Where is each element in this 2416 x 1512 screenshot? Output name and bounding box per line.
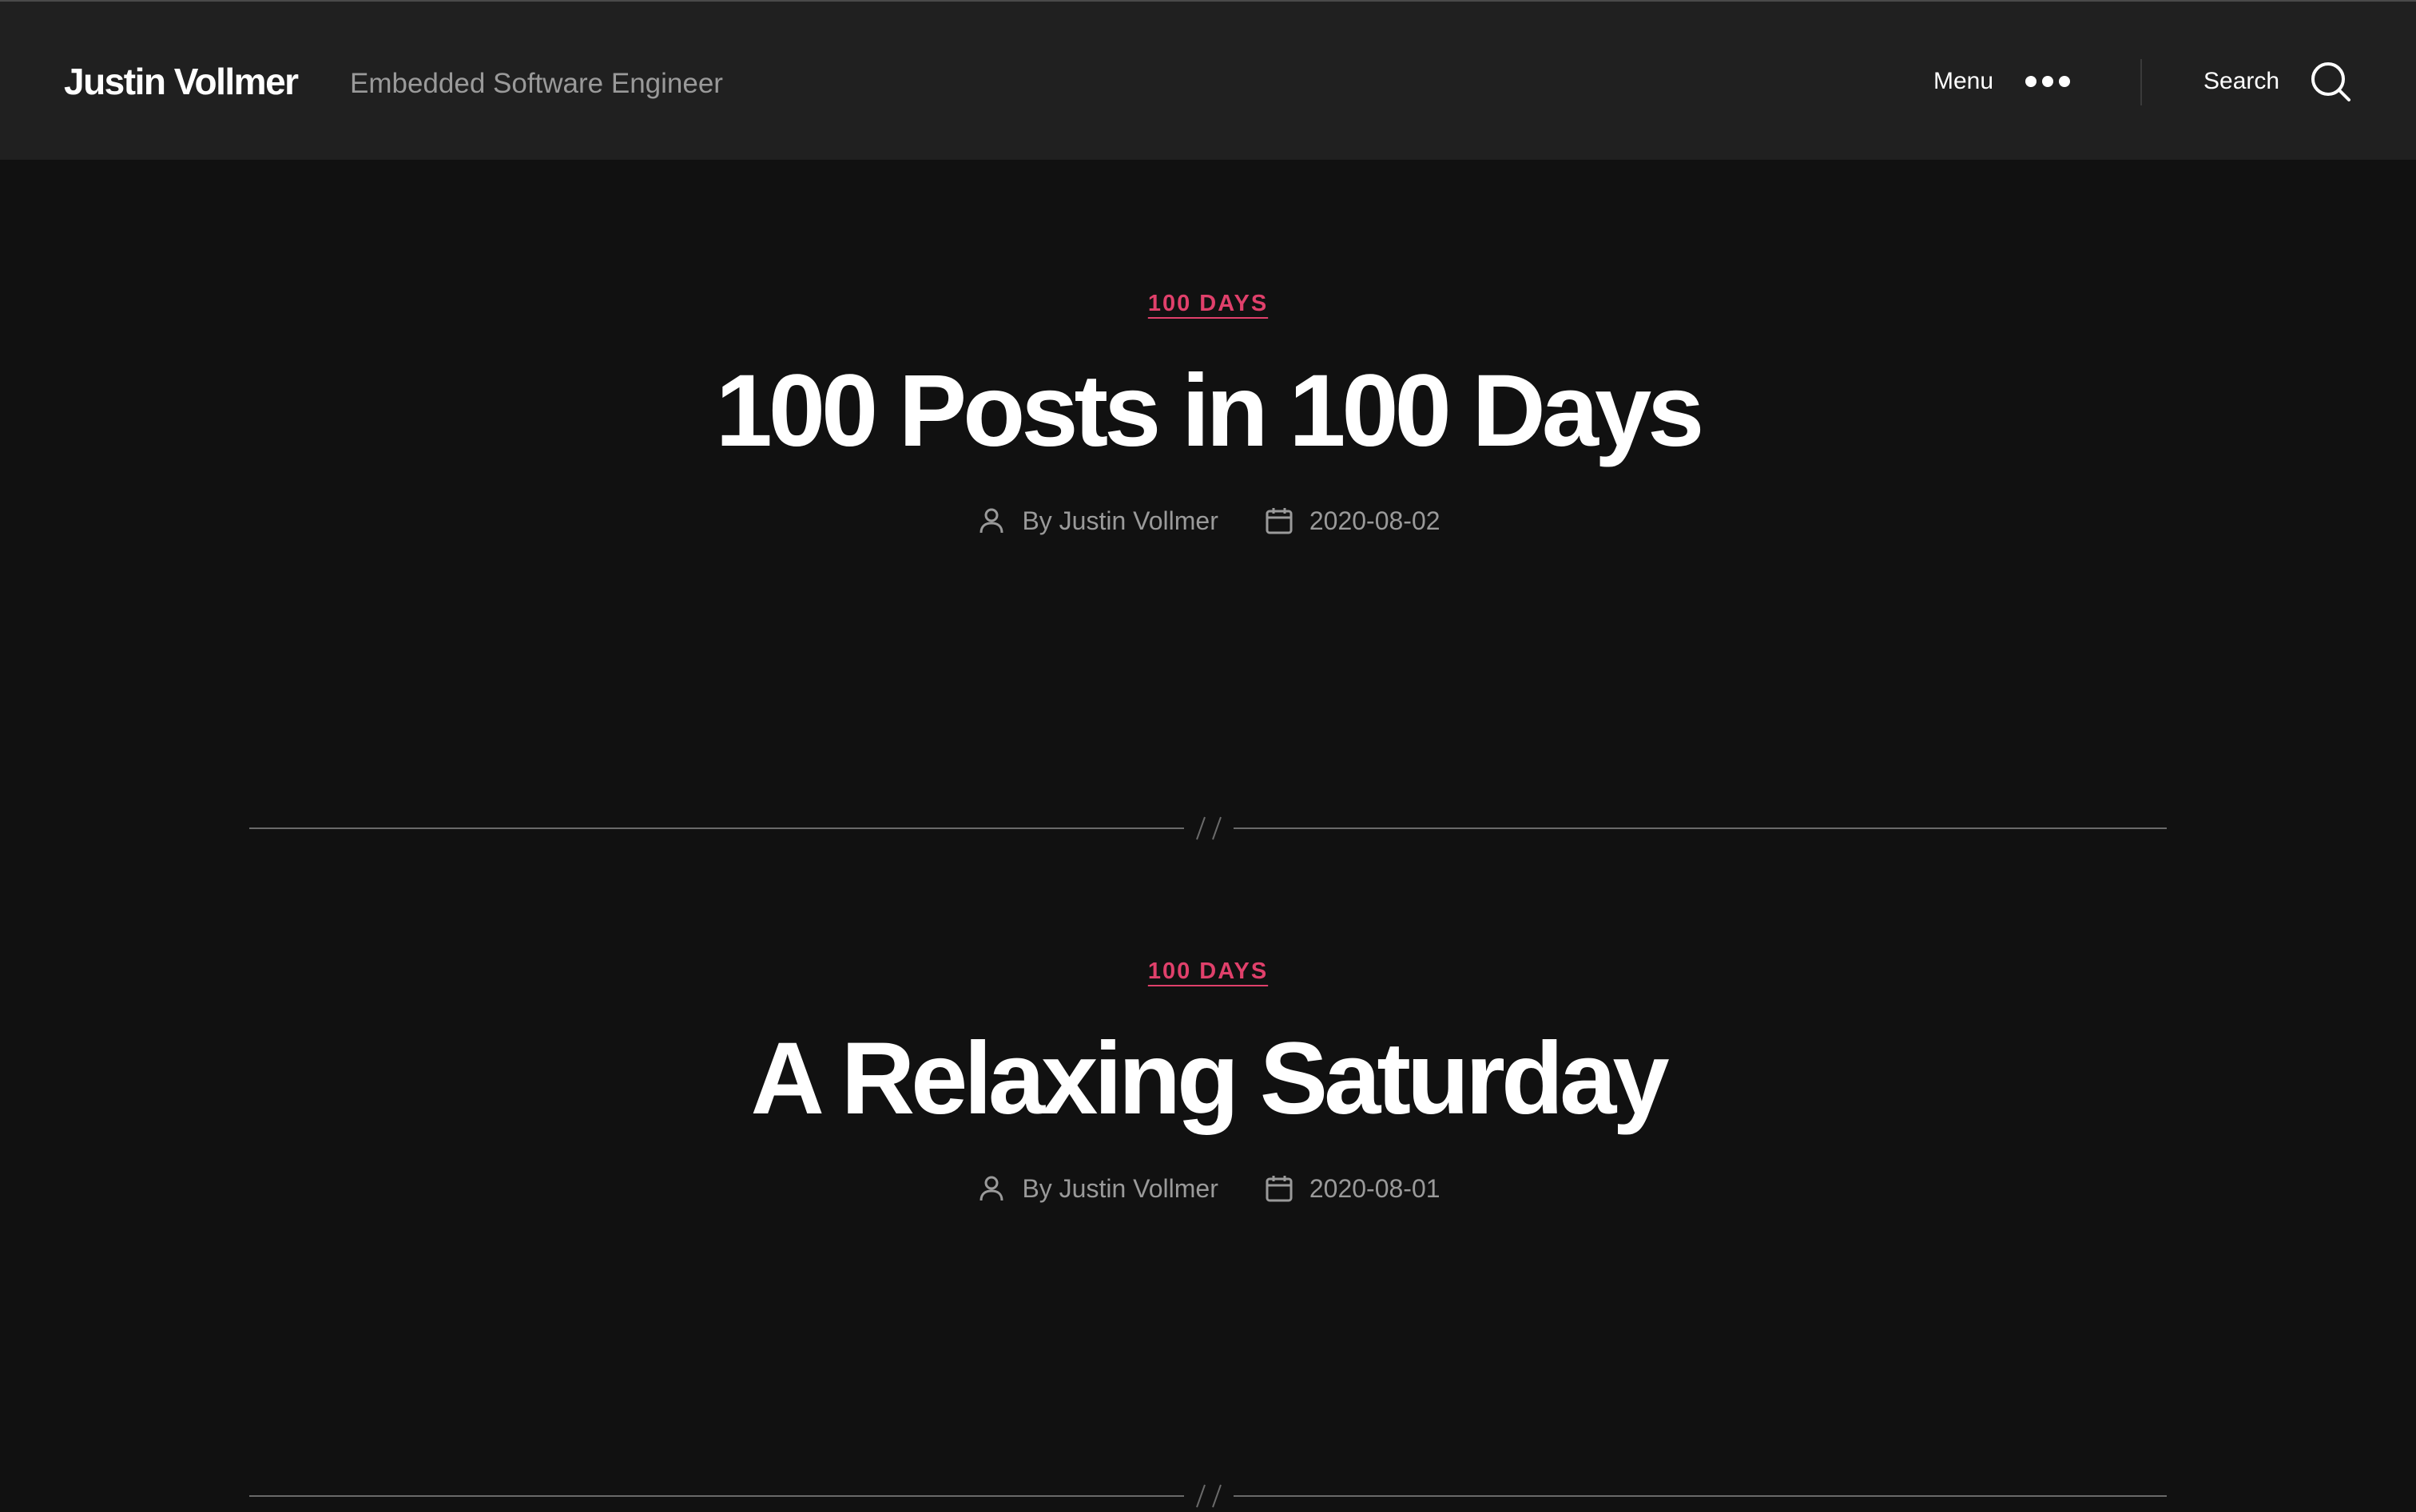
post-date-link[interactable]: 2020-08-01 bbox=[1309, 1171, 1440, 1206]
post-date: 2020-08-02 bbox=[1263, 503, 1440, 538]
menu-toggle-button[interactable]: Menu bbox=[1933, 50, 2071, 113]
site-header: Justin Vollmer Embedded Software Enginee… bbox=[0, 0, 2416, 160]
calendar-icon bbox=[1266, 1176, 1293, 1202]
site-title-link[interactable]: Justin Vollmer bbox=[64, 59, 299, 104]
search-icon bbox=[2311, 62, 2351, 101]
post-author: By Justin Vollmer bbox=[976, 1171, 1218, 1206]
post-author-link[interactable]: By Justin Vollmer bbox=[1022, 503, 1218, 538]
header-divider bbox=[2140, 59, 2142, 105]
double-slash-icon bbox=[1196, 1484, 1222, 1508]
menu-label: Menu bbox=[1933, 68, 1994, 94]
user-icon bbox=[980, 1176, 1003, 1201]
post-author: By Justin Vollmer bbox=[976, 503, 1218, 538]
post-title-link[interactable]: 100 Posts in 100 Days bbox=[0, 351, 2416, 471]
calendar-icon bbox=[1266, 508, 1293, 534]
post-meta: By Justin Vollmer 2020-08-01 bbox=[0, 1171, 2416, 1206]
post-separator bbox=[249, 812, 2167, 844]
post-title-link[interactable]: A Relaxing Saturday bbox=[0, 1019, 2416, 1139]
horizontal-dots-icon bbox=[2025, 76, 2071, 87]
post-category-link[interactable]: 100 DAYS bbox=[1148, 288, 1268, 319]
search-label: Search bbox=[2203, 68, 2280, 94]
post-entry: 100 DAYS 100 Posts in 100 Days By Justin… bbox=[0, 288, 2416, 538]
user-icon bbox=[980, 508, 1003, 534]
post-date-link[interactable]: 2020-08-02 bbox=[1309, 503, 1440, 538]
post-date: 2020-08-01 bbox=[1263, 1171, 1440, 1206]
post-separator bbox=[249, 1480, 2167, 1512]
site-description: Embedded Software Engineer bbox=[350, 68, 723, 99]
post-category-link[interactable]: 100 DAYS bbox=[1148, 955, 1268, 987]
double-slash-icon bbox=[1196, 816, 1222, 840]
post-meta: By Justin Vollmer 2020-08-02 bbox=[0, 503, 2416, 538]
post-author-link[interactable]: By Justin Vollmer bbox=[1022, 1171, 1218, 1206]
post-entry: 100 DAYS A Relaxing Saturday By Justin V… bbox=[0, 955, 2416, 1206]
search-toggle-button[interactable]: Search bbox=[2203, 50, 2351, 113]
